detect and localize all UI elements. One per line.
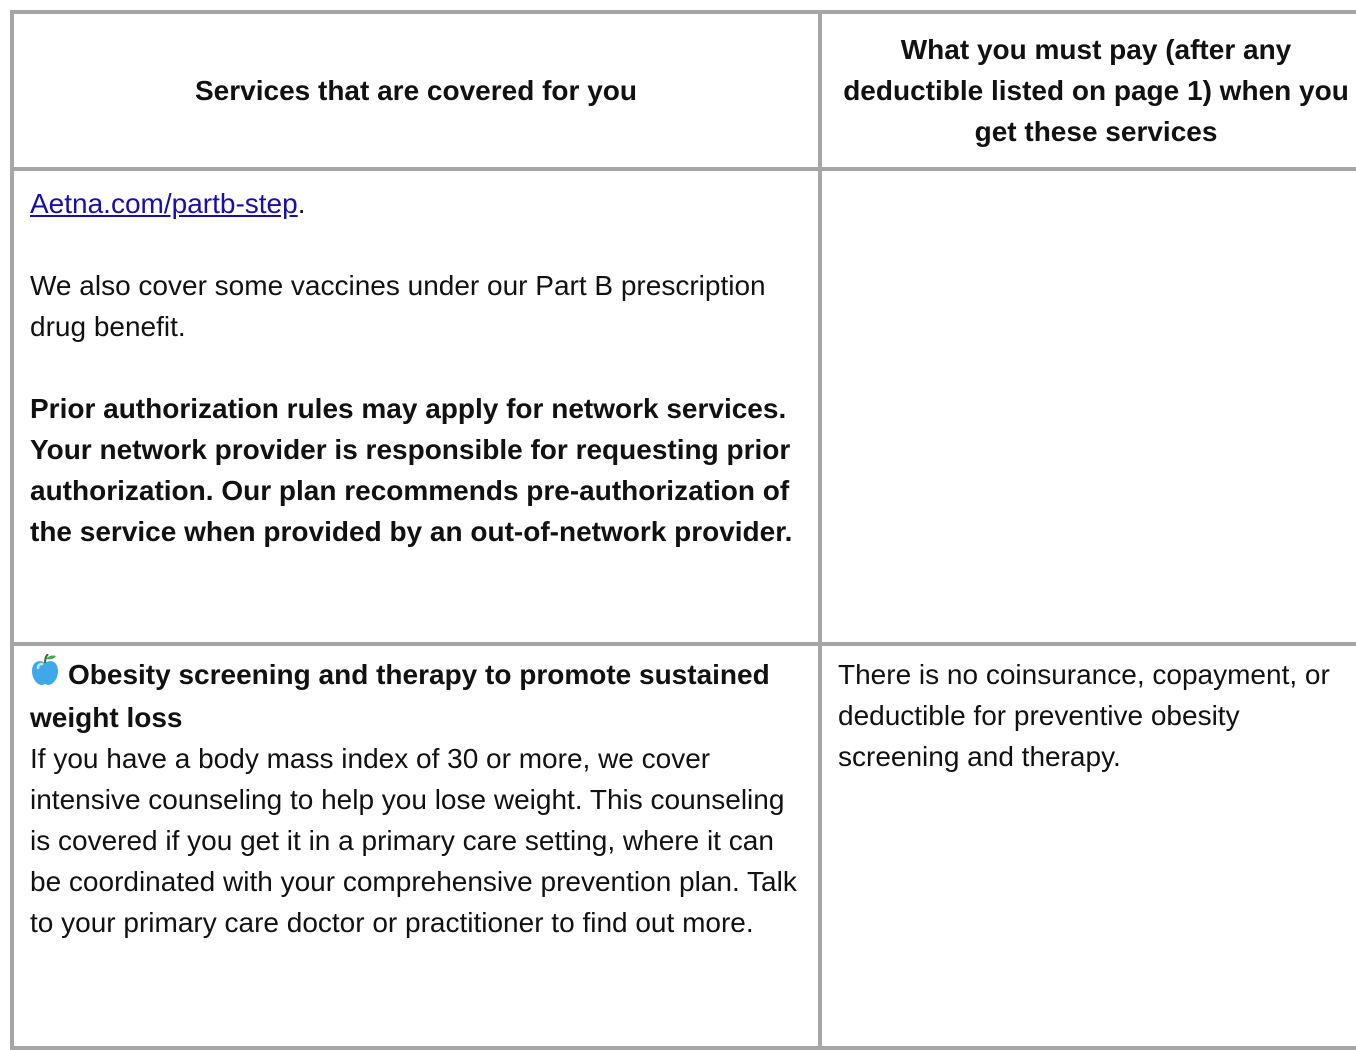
link-line: Aetna.com/partb-step. (30, 183, 802, 224)
cost-text: There is no coinsurance, copayment, or d… (838, 659, 1330, 772)
apple-icon (30, 653, 60, 697)
table-row: Obesity screening and therapy to promote… (14, 646, 1356, 1050)
cost-cell (822, 171, 1356, 642)
services-cell: Obesity screening and therapy to promote… (14, 646, 822, 1046)
header-services-covered: Services that are covered for you (14, 14, 822, 167)
table-header-row: Services that are covered for you What y… (14, 14, 1356, 171)
service-description: If you have a body mass index of 30 or m… (30, 743, 797, 938)
table-row: Aetna.com/partb-step. We also cover some… (14, 171, 1356, 646)
header-what-you-pay: What you must pay (after any deductible … (822, 14, 1356, 167)
header-right-label: What you must pay (after any deductible … (843, 34, 1349, 147)
services-cell: Aetna.com/partb-step. We also cover some… (14, 171, 822, 642)
benefits-table: Services that are covered for you What y… (10, 10, 1356, 1050)
partb-step-link[interactable]: Aetna.com/partb-step (30, 188, 298, 219)
link-suffix: . (297, 188, 306, 219)
header-left-label: Services that are covered for you (195, 75, 637, 106)
vaccine-paragraph: We also cover some vaccines under our Pa… (30, 270, 766, 342)
cost-cell: There is no coinsurance, copayment, or d… (822, 646, 1356, 1046)
service-title: Obesity screening and therapy to promote… (30, 653, 802, 738)
service-title-text: Obesity screening and therapy to promote… (30, 659, 770, 733)
prior-authorization-note: Prior authorization rules may apply for … (30, 393, 793, 547)
